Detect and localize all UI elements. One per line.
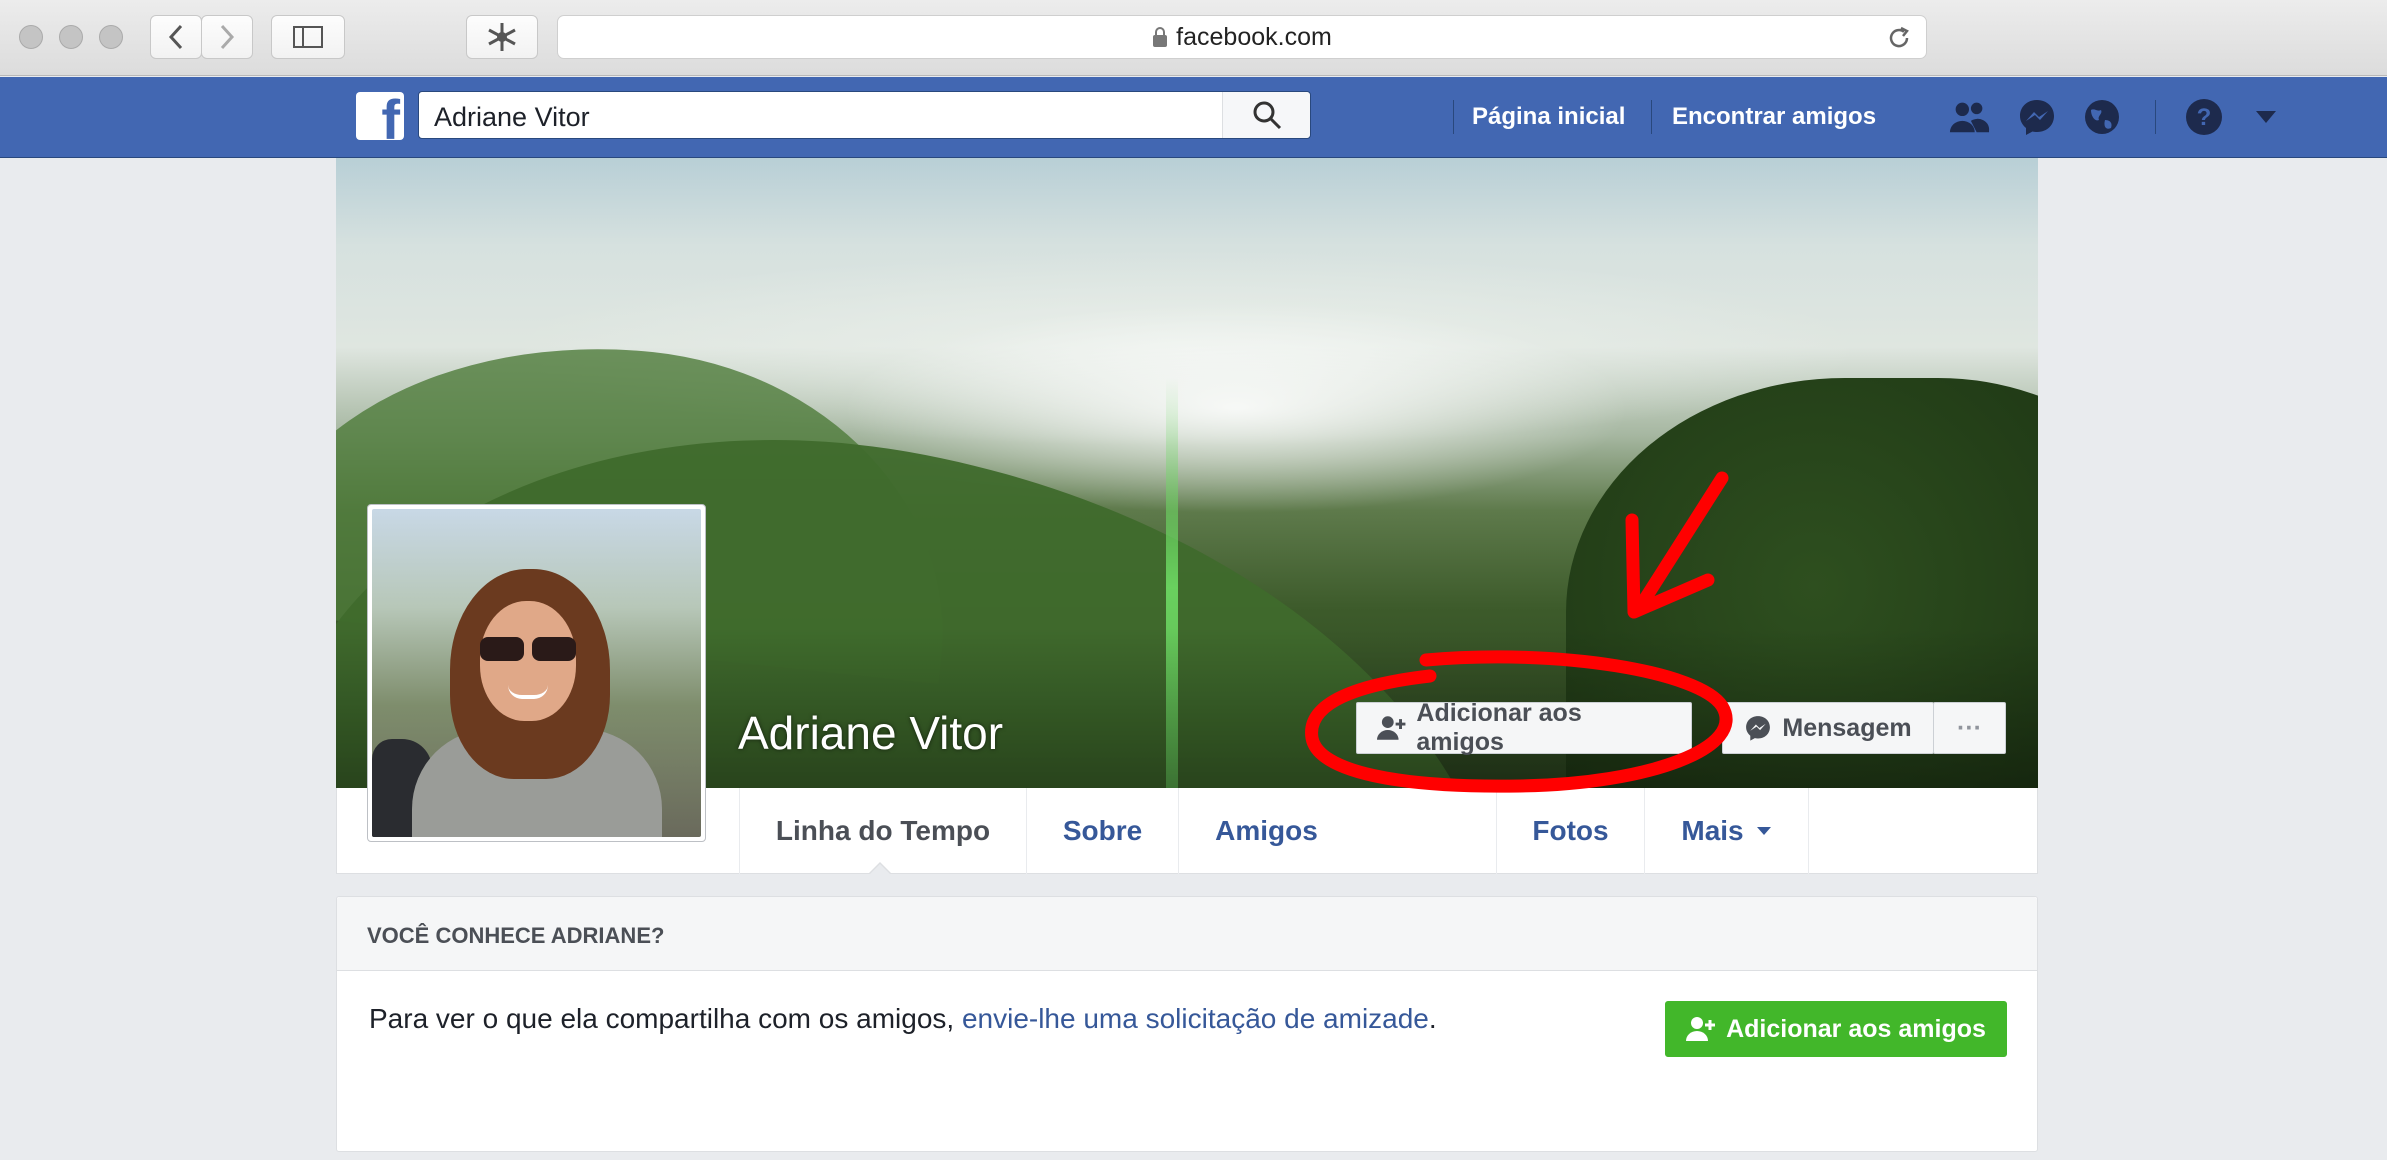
add-friend-icon [1686,1017,1716,1041]
lock-icon [1153,27,1168,47]
sidebar-icon [293,26,323,48]
friend-requests-button[interactable] [1948,96,1990,138]
help-button[interactable]: ? [2183,96,2225,138]
chevron-right-icon [220,24,235,50]
facebook-logo[interactable]: f [356,92,404,140]
help-icon: ? [2186,99,2222,135]
tab-label: Fotos [1532,815,1609,846]
add-friend-label: Adicionar aos amigos [1416,699,1582,756]
card-text-suffix: . [1428,1003,1437,1034]
tab-photos[interactable]: Fotos [1496,788,1644,874]
card-text-prefix: Para ver o que ela compartilha com os am… [369,1003,962,1034]
card-text: Para ver o que ela compartilha com os am… [369,1003,1437,1035]
messenger-icon [1746,716,1771,741]
messenger-button[interactable] [2016,96,2058,138]
nav-separator [1651,100,1652,134]
tab-label: Amigos [1215,815,1318,846]
nav-separator [1453,100,1454,134]
more-options-button[interactable]: ··· [1933,702,2006,754]
facebook-logo-glyph: f [381,92,400,140]
message-button[interactable]: Mensagem [1722,702,1934,754]
active-tab-notch-inner [869,864,891,875]
forward-button[interactable] [201,15,253,59]
tab-label: Linha do Tempo [775,815,991,846]
facebook-top-bar: f Adriane Vitor Página inicial Encontrar… [0,77,2387,158]
search-input[interactable]: Adriane Vitor [434,102,590,133]
know-person-card: VOCÊ CONHECE ADRIANE? Para ver o que ela… [336,896,2038,1152]
profile-photo [372,509,701,837]
message-label: Mensagem [1782,713,1912,742]
sunglasses-shape [478,637,578,661]
zoom-window-button[interactable] [99,25,123,49]
send-friend-request-link[interactable]: envie-lhe uma solicitação de amizade [962,1003,1429,1034]
friends-icon [1949,102,1990,133]
add-friend-green-label: Adicionar aos amigos [1726,1014,1986,1043]
tab-more[interactable]: Mais [1644,788,1809,874]
more-options-label: ··· [1957,713,1982,742]
add-friend-icon [1377,716,1406,740]
screen: facebook.com f Adriane Vitor Página inic… [0,0,2387,1160]
notifications-button[interactable] [2081,96,2123,138]
add-friend-green-button[interactable]: Adicionar aos amigos [1665,1001,2007,1057]
account-menu-button[interactable] [2245,96,2287,138]
url-text: facebook.com [1176,22,1332,51]
caret-down-icon [1756,827,1771,835]
browser-toolbar: facebook.com [0,0,2387,76]
messenger-icon [2020,100,2054,135]
nav-separator [2155,100,2156,134]
sidebar-toggle-button[interactable] [271,15,345,59]
tab-label: Sobre [1062,815,1143,846]
tab-about[interactable]: Sobre [1026,788,1178,874]
svg-text:?: ? [2197,104,2212,131]
search-button[interactable] [1222,92,1310,138]
card-header: VOCÊ CONHECE ADRIANE? [337,897,2037,971]
nav-home-link[interactable]: Página inicial [1472,103,1625,131]
caret-down-icon [2256,111,2276,123]
tab-friends[interactable]: Amigos [1178,788,1354,874]
card-title: VOCÊ CONHECE ADRIANE? [367,923,665,948]
add-friend-button[interactable]: Adicionar aos amigos [1356,699,1692,756]
extension-icon [488,23,516,51]
extension-button[interactable] [466,15,538,59]
back-button[interactable] [150,15,202,59]
address-bar[interactable]: facebook.com [557,15,1927,59]
search-icon [1253,101,1281,130]
chevron-left-icon [168,24,183,50]
profile-name[interactable]: Adriane Vitor [738,706,1003,760]
tab-label: Mais [1681,815,1744,846]
minimize-window-button[interactable] [59,25,83,49]
reload-icon[interactable] [1886,25,1912,51]
search-box[interactable]: Adriane Vitor [418,91,1311,139]
face-shape [480,601,576,721]
nav-find-friends-link[interactable]: Encontrar amigos [1672,103,1876,131]
close-window-button[interactable] [19,25,43,49]
globe-icon [2085,100,2119,134]
profile-picture[interactable] [367,504,706,842]
